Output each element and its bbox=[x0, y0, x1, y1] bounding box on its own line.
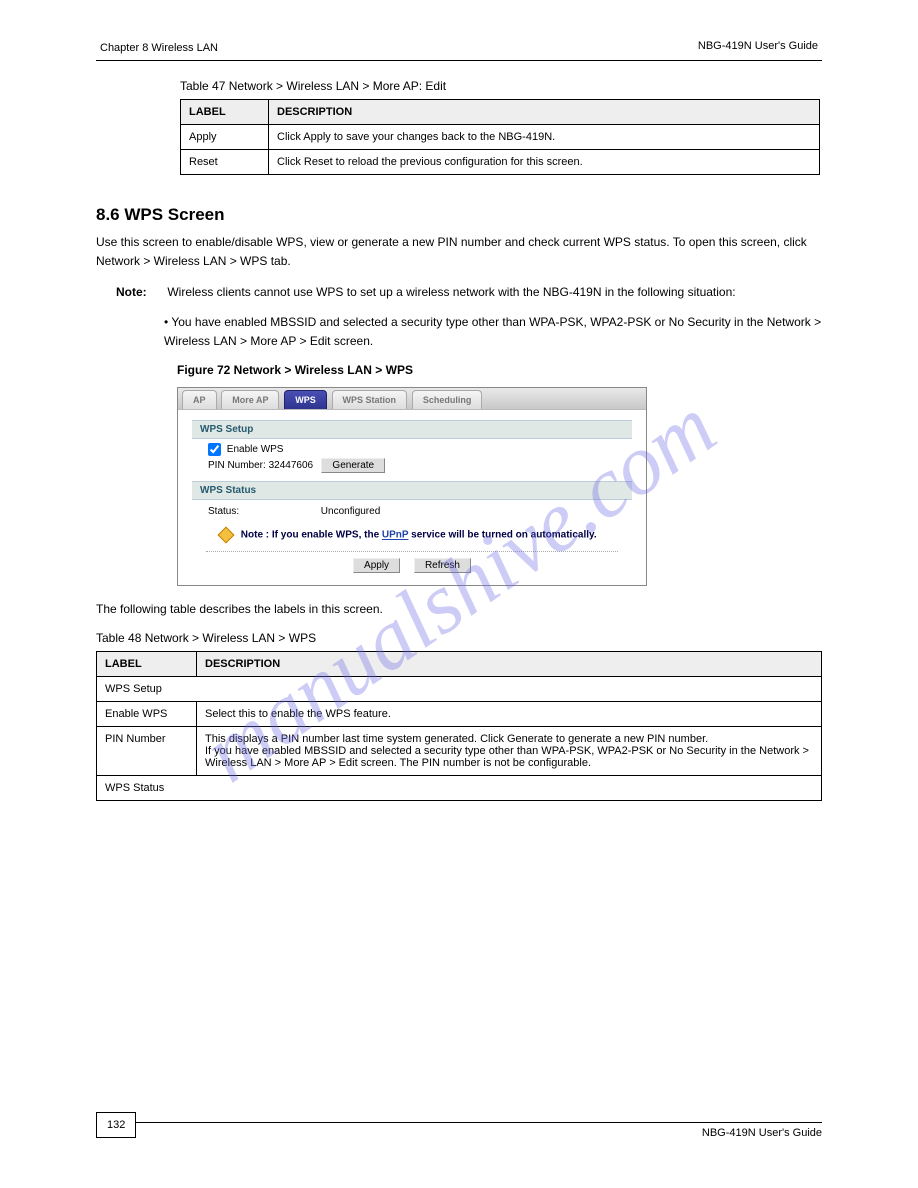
section-paragraph: Use this screen to enable/disable WPS, v… bbox=[96, 233, 822, 271]
tabs: AP More AP WPS WPS Station Scheduling bbox=[178, 388, 646, 410]
page-header: Chapter 8 Wireless LAN NBG-419N User's G… bbox=[96, 40, 822, 61]
cell-label: Enable WPS bbox=[97, 702, 197, 727]
enable-wps-label: Enable WPS bbox=[227, 444, 284, 455]
table-row: WPS Setup bbox=[97, 677, 822, 702]
cell-label: Apply bbox=[181, 125, 269, 150]
table48: LABEL DESCRIPTION WPS Setup Enable WPS S… bbox=[96, 651, 822, 801]
table-row: Apply Click Apply to save your changes b… bbox=[181, 125, 820, 150]
table48-head-label: LABEL bbox=[97, 652, 197, 677]
tab-ap[interactable]: AP bbox=[182, 390, 217, 409]
tab-more-ap[interactable]: More AP bbox=[221, 390, 279, 409]
tab-wps[interactable]: WPS bbox=[284, 390, 327, 409]
table48-caption: Table 48 Network > Wireless LAN > WPS bbox=[96, 631, 822, 645]
note-icon bbox=[218, 526, 235, 543]
section-row: WPS Status bbox=[97, 776, 822, 801]
table-row: PIN Number This displays a PIN number la… bbox=[97, 727, 822, 776]
table47-head-desc: DESCRIPTION bbox=[269, 100, 820, 125]
table-row: Reset Click Reset to reload the previous… bbox=[181, 150, 820, 175]
upnp-note-prefix: Note : If you enable WPS, the bbox=[241, 530, 382, 541]
chapter-label: Chapter 8 Wireless LAN bbox=[100, 42, 218, 54]
pin-value: 32447606 bbox=[269, 460, 314, 471]
wps-status-heading: WPS Status bbox=[192, 481, 632, 500]
table48-head-desc: DESCRIPTION bbox=[197, 652, 822, 677]
refresh-button[interactable]: Refresh bbox=[414, 558, 471, 573]
wps-setup-heading: WPS Setup bbox=[192, 420, 632, 439]
tab-wps-station[interactable]: WPS Station bbox=[332, 390, 408, 409]
status-label: Status: bbox=[208, 506, 318, 517]
status-value: Unconfigured bbox=[321, 506, 380, 517]
table48-intro: The following table describes the labels… bbox=[96, 600, 822, 619]
cell-desc: Click Reset to reload the previous confi… bbox=[269, 150, 820, 175]
table47-caption: Table 47 Network > Wireless LAN > More A… bbox=[180, 79, 822, 93]
table47-head-label: LABEL bbox=[181, 100, 269, 125]
enable-wps-checkbox[interactable] bbox=[208, 443, 221, 456]
tab-scheduling[interactable]: Scheduling bbox=[412, 390, 483, 409]
page-number: 132 bbox=[96, 1112, 136, 1138]
note-text: Wireless clients cannot use WPS to set u… bbox=[167, 285, 735, 299]
manual-label: NBG-419N User's Guide bbox=[698, 40, 818, 52]
pin-label: PIN Number: bbox=[208, 460, 266, 471]
section-row: WPS Setup bbox=[97, 677, 822, 702]
note-bullet: • You have enabled MBSSID and selected a… bbox=[164, 313, 822, 351]
cell-label: Reset bbox=[181, 150, 269, 175]
footer-manual: NBG-419N User's Guide bbox=[702, 1127, 822, 1139]
upnp-link[interactable]: UPnP bbox=[382, 530, 409, 541]
upnp-note: Note : If you enable WPS, the UPnP servi… bbox=[192, 525, 632, 545]
note-label: Note: bbox=[116, 283, 164, 302]
cell-desc: This displays a PIN number last time sys… bbox=[197, 727, 822, 776]
section-heading: 8.6 WPS Screen bbox=[96, 205, 822, 225]
apply-button[interactable]: Apply bbox=[353, 558, 400, 573]
table47: LABEL DESCRIPTION Apply Click Apply to s… bbox=[180, 99, 820, 175]
cell-desc: Select this to enable the WPS feature. bbox=[197, 702, 822, 727]
table-row: WPS Status bbox=[97, 776, 822, 801]
upnp-note-suffix: service will be turned on automatically. bbox=[408, 530, 596, 541]
cell-label: PIN Number bbox=[97, 727, 197, 776]
generate-button[interactable]: Generate bbox=[321, 458, 385, 473]
figure-label: Figure 72 Network > Wireless LAN > WPS bbox=[177, 363, 822, 377]
cell-desc: Click Apply to save your changes back to… bbox=[269, 125, 820, 150]
table-row: Enable WPS Select this to enable the WPS… bbox=[97, 702, 822, 727]
note-block: Note: Wireless clients cannot use WPS to… bbox=[164, 283, 822, 302]
wps-screenshot: AP More AP WPS WPS Station Scheduling WP… bbox=[177, 387, 647, 586]
page-footer: 132 NBG-419N User's Guide bbox=[96, 1122, 822, 1152]
